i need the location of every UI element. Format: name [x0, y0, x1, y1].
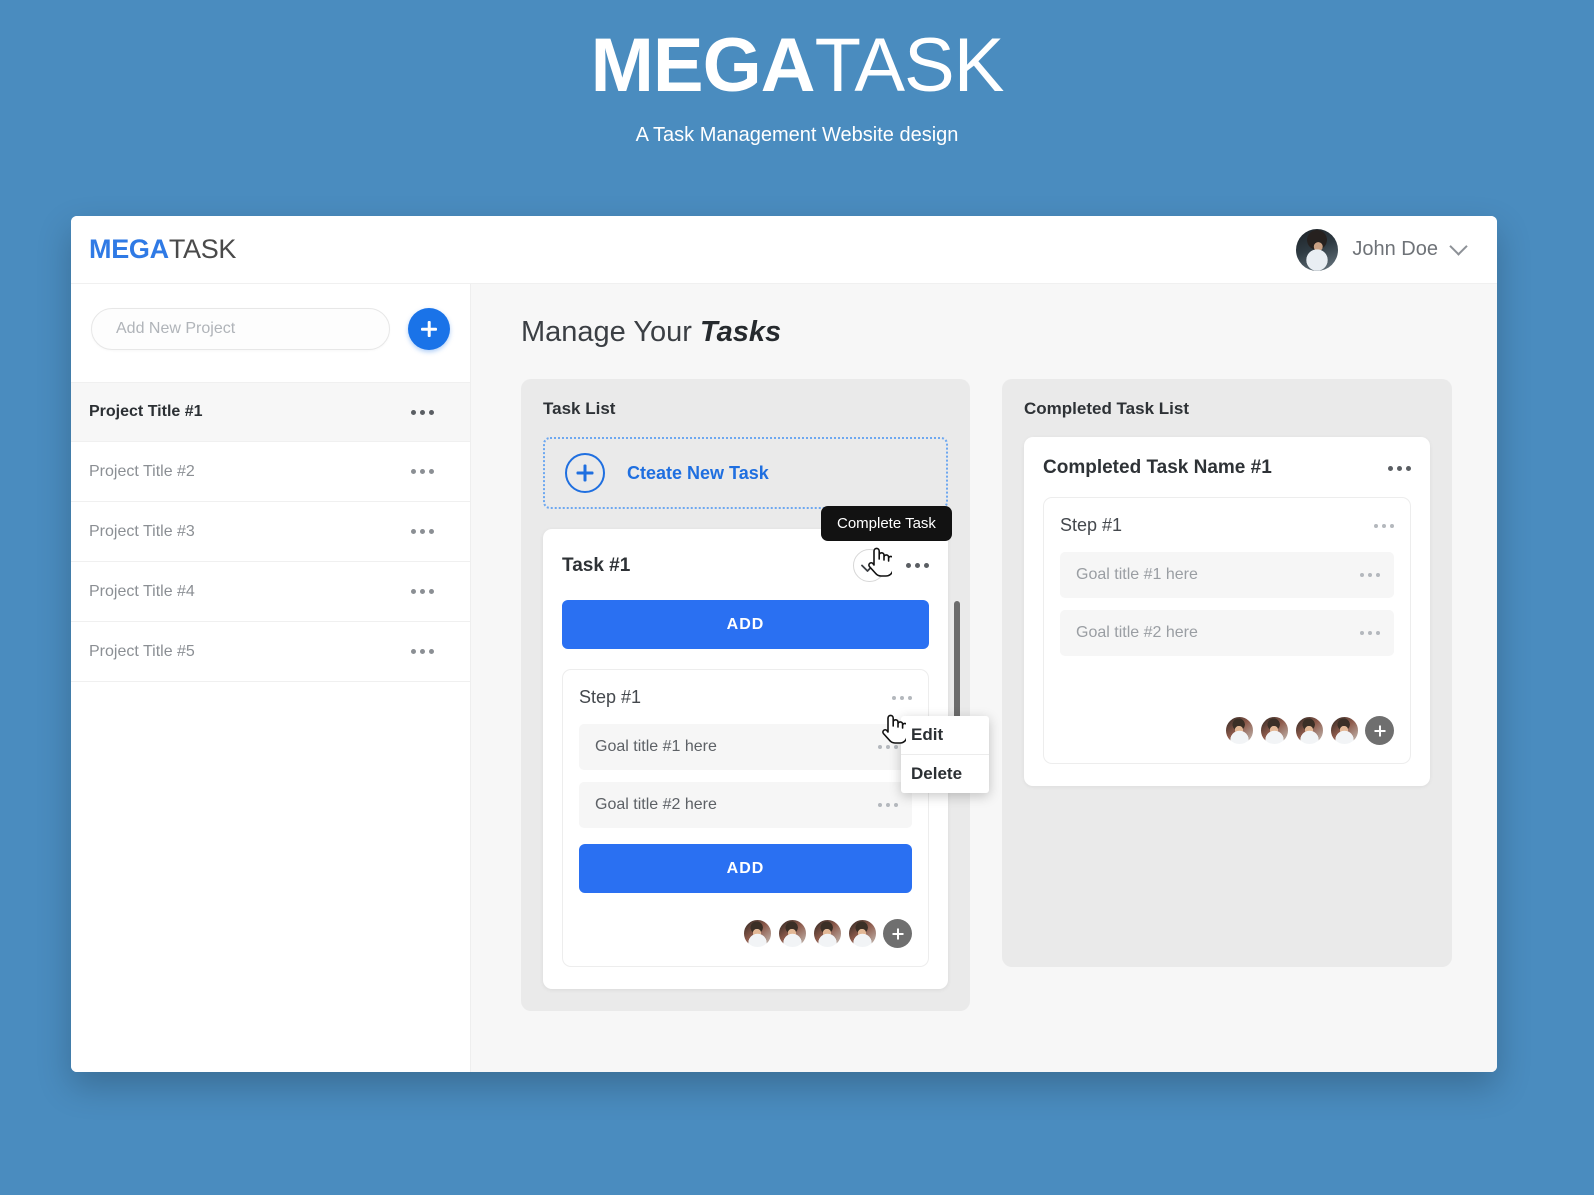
app-body: Project Title #1 Project Title #2 Projec…: [71, 284, 1497, 1072]
goal-label: Goal title #2 here: [1076, 624, 1198, 641]
task-title: Task #1: [562, 554, 631, 576]
add-member-button[interactable]: [883, 919, 912, 948]
project-list: Project Title #1 Project Title #2 Projec…: [71, 382, 470, 682]
more-options-icon[interactable]: [411, 529, 434, 534]
create-new-task-label: Cteate New Task: [627, 462, 769, 483]
project-label: Project Title #1: [89, 403, 203, 420]
sidebar-item-project-1[interactable]: Project Title #1: [71, 382, 470, 442]
task-list-panel: Task List Cteate New Task Task #1 ADD St…: [521, 379, 970, 1011]
page-title-emphasis: Tasks: [699, 316, 782, 348]
context-menu-item-edit[interactable]: Edit: [901, 716, 989, 754]
goal-label: Goal title #1 here: [1076, 566, 1198, 583]
task-card-actions: [853, 549, 929, 582]
sidebar-item-project-2[interactable]: Project Title #2: [71, 442, 470, 502]
hero-header: MEGATASK A Task Management Website desig…: [0, 0, 1594, 147]
chevron-down-icon[interactable]: [1449, 237, 1468, 256]
more-options-icon[interactable]: [411, 649, 434, 654]
more-options-icon[interactable]: [1360, 573, 1380, 577]
app-logo-mega: MEGA: [89, 234, 169, 264]
member-avatar[interactable]: [743, 919, 772, 948]
check-circle-icon[interactable]: [853, 549, 886, 582]
completed-step-card: Step #1 Goal title #1 here Goal title #2…: [1043, 497, 1411, 764]
add-project-button[interactable]: [408, 308, 450, 350]
add-step-button[interactable]: ADD: [562, 600, 929, 649]
avatar: [1296, 228, 1339, 271]
hero-subtitle: A Task Management Website design: [635, 124, 959, 146]
member-avatar[interactable]: [1225, 716, 1254, 745]
completed-task-members: [1060, 716, 1394, 745]
app-logo[interactable]: MEGATASK: [89, 234, 236, 265]
member-avatar[interactable]: [813, 919, 842, 948]
more-options-icon[interactable]: [411, 589, 434, 594]
hero-title: MEGATASK: [0, 28, 1594, 104]
hero-title-mega: MEGA: [590, 23, 816, 108]
add-project-row: [71, 308, 470, 350]
main-content: Manage Your Tasks Task List Cteate New T…: [471, 284, 1497, 1072]
hero-title-task: TASK: [814, 23, 1005, 108]
completed-step-header: Step #1: [1060, 515, 1394, 536]
project-label: Project Title #4: [89, 582, 195, 600]
more-options-icon[interactable]: [411, 469, 434, 474]
member-avatar[interactable]: [1295, 716, 1324, 745]
goal-row[interactable]: Goal title #1 here: [579, 724, 912, 770]
step-title: Step #1: [579, 687, 642, 707]
app-logo-task: TASK: [168, 234, 237, 264]
goal-row[interactable]: Goal title #1 here: [1060, 552, 1394, 598]
sidebar: Project Title #1 Project Title #2 Projec…: [71, 284, 471, 1072]
new-project-input[interactable]: [91, 308, 390, 350]
more-options-icon[interactable]: [906, 563, 929, 568]
member-avatar[interactable]: [1330, 716, 1359, 745]
page-title: Manage Your Tasks: [521, 316, 1461, 349]
app-window: MEGATASK John Doe Project Title #1 Proje…: [71, 216, 1497, 1072]
step-card-header: Step #1: [579, 687, 912, 708]
task-columns: Task List Cteate New Task Task #1 ADD St…: [521, 379, 1461, 1011]
plus-circle-icon: [565, 453, 605, 493]
project-label: Project Title #2: [89, 462, 195, 480]
page-title-normal: Manage Your: [521, 316, 700, 348]
goal-row[interactable]: Goal title #2 here: [579, 782, 912, 828]
member-avatar[interactable]: [848, 919, 877, 948]
member-avatar[interactable]: [1260, 716, 1289, 745]
task-members: [579, 919, 912, 948]
add-goal-button[interactable]: ADD: [579, 844, 912, 893]
app-topbar: MEGATASK John Doe: [71, 216, 1497, 284]
check-mark-icon: [861, 558, 880, 572]
project-label: Project Title #5: [89, 642, 195, 660]
complete-task-tooltip: Complete Task: [821, 506, 952, 541]
completed-task-list-panel: Completed Task List Completed Task Name …: [1002, 379, 1452, 967]
goal-row[interactable]: Goal title #2 here: [1060, 610, 1394, 656]
member-avatar[interactable]: [778, 919, 807, 948]
goal-context-menu: Edit Delete: [901, 716, 989, 793]
goal-label: Goal title #2 here: [595, 796, 717, 813]
user-name: John Doe: [1352, 238, 1438, 260]
completed-task-header: Completed Task Name #1: [1043, 457, 1411, 479]
step-card: Step #1 Goal title #1 here Goal title #2…: [562, 669, 929, 967]
create-new-task-button[interactable]: Cteate New Task: [543, 437, 948, 509]
more-options-icon[interactable]: [878, 803, 898, 807]
sidebar-item-project-3[interactable]: Project Title #3: [71, 502, 470, 562]
more-options-icon[interactable]: [1388, 465, 1411, 471]
goal-label: Goal title #1 here: [595, 738, 717, 755]
user-menu[interactable]: John Doe: [1296, 228, 1468, 271]
project-label: Project Title #3: [89, 522, 195, 540]
completed-task-card: Completed Task Name #1 Step #1 Goal titl…: [1024, 437, 1430, 786]
more-options-icon[interactable]: [1374, 523, 1394, 528]
step-title: Step #1: [1060, 515, 1123, 535]
more-options-icon[interactable]: [1360, 631, 1380, 635]
context-menu-item-delete[interactable]: Delete: [901, 754, 989, 793]
task-card: Task #1 ADD Step #1 Goal title #1 here G…: [543, 529, 948, 989]
task-card-header: Task #1: [562, 549, 929, 582]
sidebar-item-project-5[interactable]: Project Title #5: [71, 622, 470, 682]
sidebar-item-project-4[interactable]: Project Title #4: [71, 562, 470, 622]
completed-task-list-title: Completed Task List: [1024, 399, 1189, 418]
more-options-icon[interactable]: [411, 409, 434, 415]
more-options-icon[interactable]: [892, 695, 912, 700]
more-options-icon[interactable]: [878, 745, 898, 749]
task-list-title: Task List: [543, 399, 616, 418]
completed-task-title: Completed Task Name #1: [1043, 457, 1272, 478]
add-member-button[interactable]: [1365, 716, 1394, 745]
